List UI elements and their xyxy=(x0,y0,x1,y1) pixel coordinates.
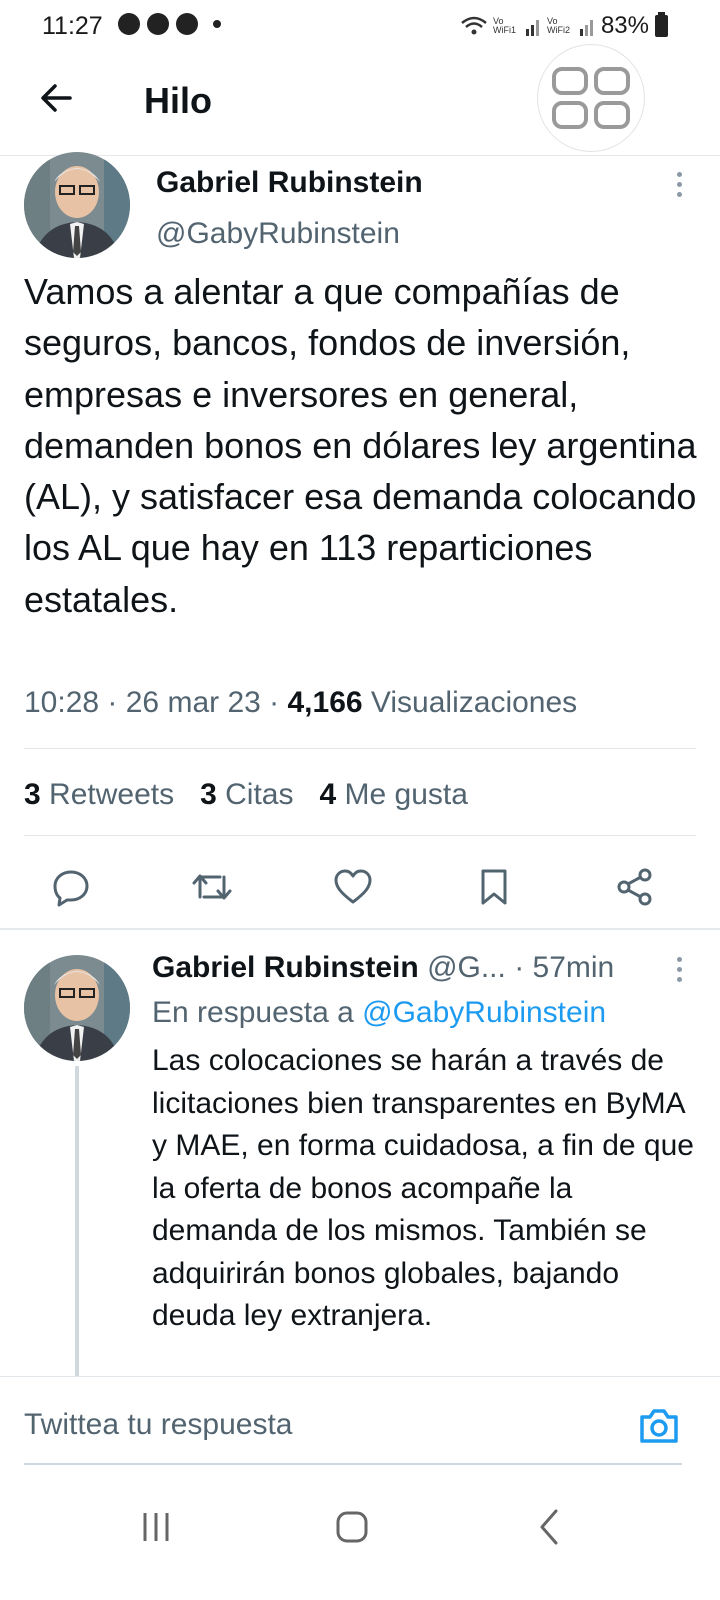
more-icon xyxy=(676,172,682,177)
reply-header: Gabriel Rubinstein @G... · 57min xyxy=(152,951,652,985)
battery-icon xyxy=(655,12,668,37)
thread-line xyxy=(75,1066,79,1378)
thread-header: Hilo xyxy=(0,44,720,156)
apps-grid-icon xyxy=(552,67,588,95)
reply-more-options-button[interactable] xyxy=(675,957,683,982)
share-icon xyxy=(617,868,652,906)
status-right: Vo WiFi1 Vo WiFi2 83% xyxy=(461,12,668,40)
reply-prefix: En respuesta a xyxy=(152,996,354,1029)
tweet-text: Vamos a alentar a que compañías de segur… xyxy=(24,271,697,620)
page-title: Hilo xyxy=(144,80,212,121)
back-icon xyxy=(540,1509,558,1545)
bookmark-icon xyxy=(481,869,507,905)
recents-icon xyxy=(143,1513,169,1541)
tweet-actions xyxy=(0,862,720,912)
quotes-stat[interactable]: 3 Citas xyxy=(200,778,293,812)
wifi1-label: Vo WiFi1 xyxy=(492,16,516,35)
apps-grid-cell xyxy=(552,101,588,129)
pinterest-notification-icon xyxy=(176,13,198,35)
likes-label: Me gusta xyxy=(344,778,468,811)
back-button[interactable] xyxy=(34,76,78,120)
author-avatar[interactable] xyxy=(24,152,130,258)
divider xyxy=(24,748,696,749)
apps-grid-cell xyxy=(594,101,630,129)
like-button[interactable] xyxy=(328,862,378,912)
retweet-button[interactable] xyxy=(187,862,237,912)
retweet-icon xyxy=(192,874,232,900)
reply-author-handle[interactable]: @G... xyxy=(427,951,506,984)
chat-notification-icon xyxy=(118,13,140,35)
status-time: 11:27 xyxy=(42,12,103,40)
share-button[interactable] xyxy=(610,862,660,912)
notification-icons xyxy=(118,13,221,35)
reply-context: En respuesta a @GabyRubinstein xyxy=(152,996,606,1030)
avatar-image xyxy=(24,955,130,1061)
retweets-count: 3 xyxy=(24,778,41,811)
more-icon xyxy=(676,957,682,962)
divider xyxy=(24,835,696,836)
reply-to-handle-link[interactable]: @GabyRubinstein xyxy=(362,996,606,1029)
camera-icon xyxy=(640,1409,678,1443)
camera-button[interactable] xyxy=(638,1406,680,1446)
likes-stat[interactable]: 4 Me gusta xyxy=(319,778,467,812)
views-count: 4,166 xyxy=(287,686,363,719)
more-icon-dot xyxy=(676,977,682,982)
reply-icon xyxy=(53,870,89,907)
more-options-button[interactable] xyxy=(675,172,683,197)
system-back-button[interactable] xyxy=(522,1499,578,1555)
signal1-icon xyxy=(525,20,539,36)
quotes-count: 3 xyxy=(200,778,217,811)
views-label[interactable]: Visualizaciones xyxy=(371,686,577,719)
reply-button[interactable] xyxy=(46,862,96,912)
battery-percent: 83% xyxy=(600,12,649,39)
more-icon-dot xyxy=(676,967,682,972)
apps-grid-cell xyxy=(594,67,630,95)
home-button[interactable] xyxy=(324,1499,380,1555)
apps-grid-button[interactable] xyxy=(537,44,645,152)
more-notifications-dot-icon xyxy=(213,20,221,28)
author-handle[interactable]: @GabyRubinstein xyxy=(156,217,400,251)
recents-button[interactable] xyxy=(128,1499,184,1555)
likes-count: 4 xyxy=(319,778,337,811)
quotes-label: Citas xyxy=(225,778,294,811)
wifi-icon xyxy=(461,16,487,35)
more-icon-dot xyxy=(676,192,682,197)
author-name[interactable]: Gabriel Rubinstein xyxy=(156,166,423,200)
system-navigation-bar xyxy=(0,1467,720,1600)
avatar-image xyxy=(24,152,130,258)
wifi2-label: Vo WiFi2 xyxy=(546,16,570,35)
reply-author-avatar[interactable] xyxy=(24,955,130,1061)
reply-author-name[interactable]: Gabriel Rubinstein xyxy=(152,951,419,984)
tweet-stats: 3 Retweets 3 Citas 4 Me gusta xyxy=(24,778,468,812)
reply-tweet-text: Las colocaciones se harán a través de li… xyxy=(152,1044,694,1332)
reply-input-underline xyxy=(24,1463,682,1465)
reply-time: · 57min xyxy=(514,951,615,984)
tweet-meta: 10:28 · 26 mar 23 · 4,166 Visualizacione… xyxy=(24,686,578,719)
like-icon xyxy=(334,869,372,904)
back-arrow-icon xyxy=(41,84,72,112)
more-icon-dot xyxy=(676,182,682,187)
signal2-icon xyxy=(579,20,593,36)
bookmark-button[interactable] xyxy=(469,862,519,912)
retweets-label: Retweets xyxy=(49,778,175,811)
retweets-stat[interactable]: 3 Retweets xyxy=(24,778,174,812)
reply-input[interactable]: Twittea tu respuesta xyxy=(24,1408,292,1442)
section-divider xyxy=(0,928,720,930)
home-icon xyxy=(336,1511,368,1543)
sync-notification-icon xyxy=(147,13,169,35)
tweet-date: 26 mar 23 xyxy=(125,686,261,719)
status-bar: 11:27 Vo WiFi1 Vo WiFi2 83% xyxy=(0,0,720,54)
tweet-time: 10:28 xyxy=(24,686,100,719)
